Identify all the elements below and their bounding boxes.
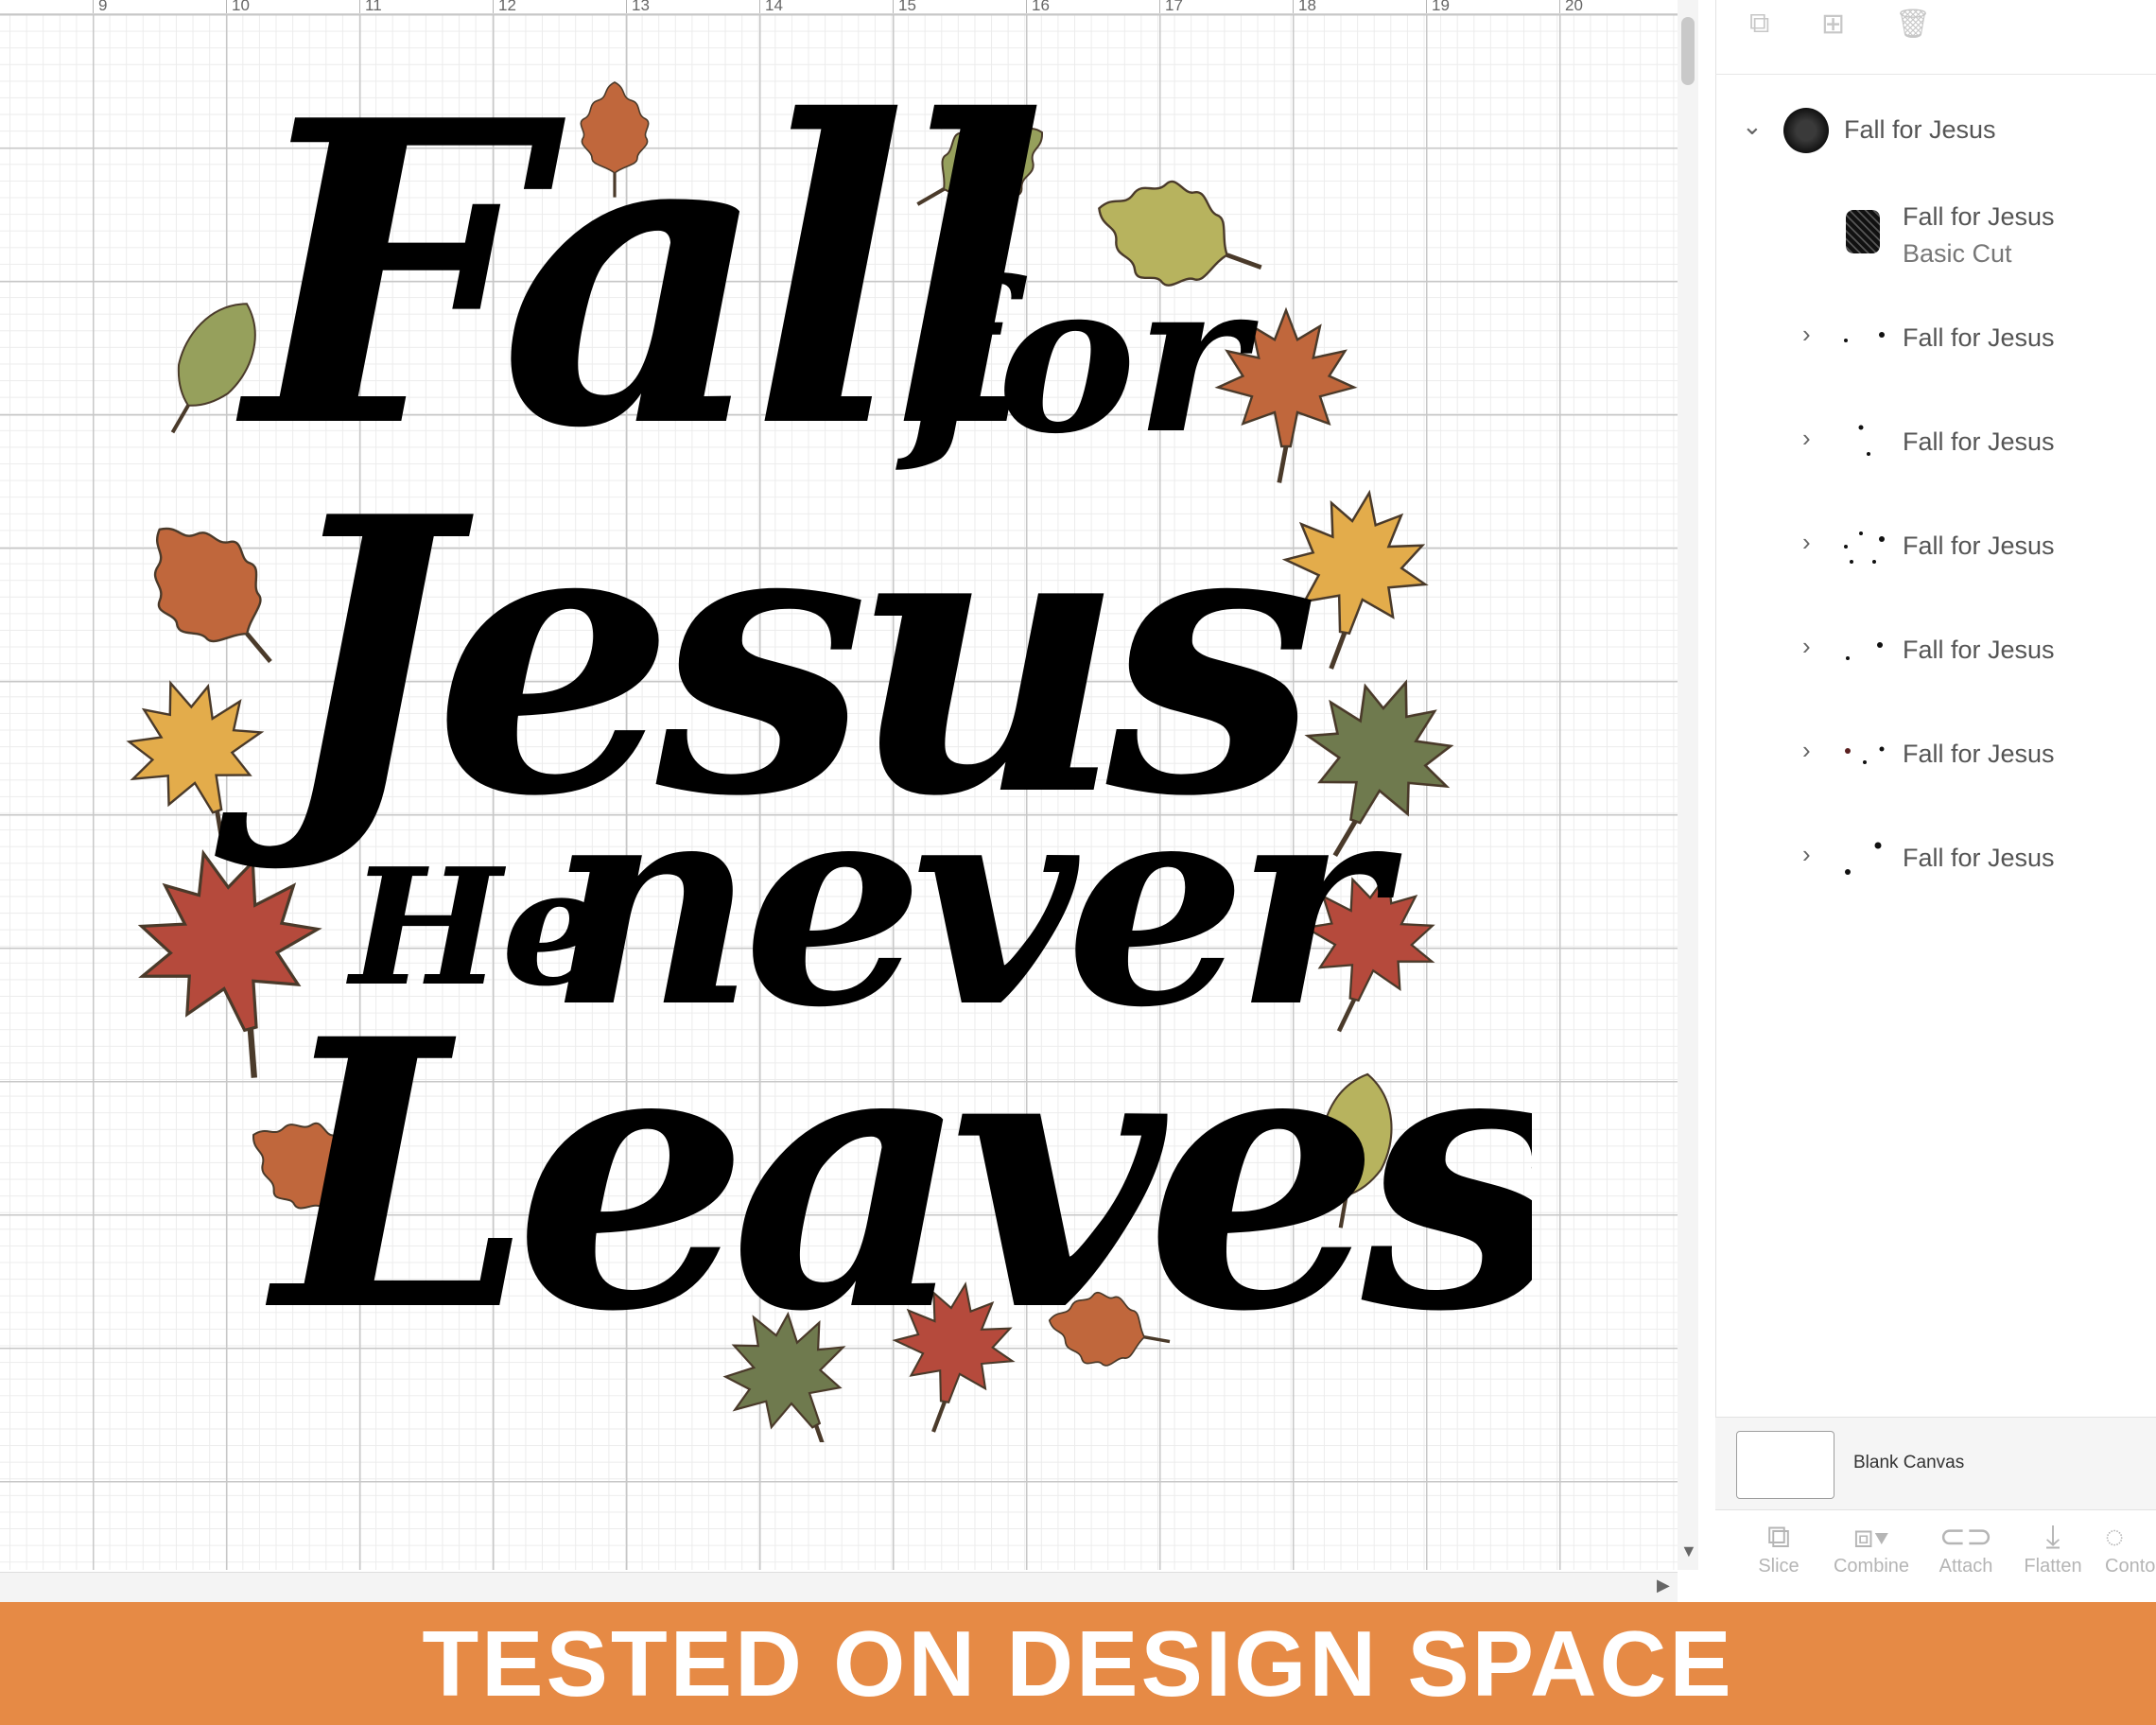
ruler-mark: 11 (365, 0, 382, 14)
slice-icon: ⧉ (1766, 1519, 1791, 1555)
chevron-right-icon[interactable]: › (1802, 736, 1811, 765)
ruler-mark: 19 (1432, 0, 1450, 14)
ruler-mark: 12 (498, 0, 516, 14)
chevron-down-icon[interactable]: ⌄ (1742, 112, 1763, 141)
layers-toolbar: ⧉ ⊞ 🗑 (1715, 0, 2156, 75)
group-thumbnail (1783, 108, 1829, 153)
vertical-scroll-thumb[interactable] (1681, 17, 1695, 85)
chevron-right-icon[interactable]: › (1802, 840, 1811, 869)
dots-thumbnail-icon (1846, 642, 1883, 660)
scroll-down-arrow-icon[interactable]: ▼ (1680, 1542, 1697, 1561)
layer-item-label[interactable]: Fall for Jesus (1903, 202, 2055, 232)
dots-thumbnail-icon (1844, 531, 1885, 564)
layer-thumbnail (1846, 210, 1880, 253)
blank-canvas-label: Blank Canvas (1853, 1453, 1965, 1472)
attach-button[interactable]: ⊂⊃ Attach (1921, 1518, 2010, 1577)
layer-item-sublabel: Basic Cut (1903, 239, 2012, 268)
layer-child-label[interactable]: Fall for Jesus (1903, 427, 2055, 457)
chevron-right-icon[interactable]: › (1802, 424, 1811, 453)
design-text-leaves: Leaves (263, 959, 1532, 1392)
design-artwork[interactable]: Fall for Jesus He never Leaves (57, 24, 1532, 1442)
ruler-mark: 15 (898, 0, 916, 14)
layer-child-label[interactable]: Fall for Jesus (1903, 844, 2055, 873)
chevron-right-icon[interactable]: › (1802, 320, 1811, 349)
layer-child-label[interactable]: Fall for Jesus (1903, 740, 2055, 769)
leaf-yellow-left (107, 660, 294, 869)
top-ruler: 9 10 11 12 13 14 15 16 17 18 19 20 (0, 0, 1678, 14)
dots-thumbnail-icon (1844, 332, 1885, 342)
duplicate-icon[interactable]: ⊞ (1821, 8, 1845, 41)
contour-button[interactable]: ◌ Conto (2097, 1518, 2156, 1577)
vertical-scrollbar[interactable] (1678, 0, 1698, 1570)
flatten-button[interactable]: ⤓ Flatten (2008, 1518, 2097, 1577)
ruler-mark: 20 (1565, 0, 1583, 14)
attach-icon: ⊂⊃ (1939, 1519, 1993, 1555)
ruler-mark: 17 (1165, 0, 1183, 14)
layer-child-label[interactable]: Fall for Jesus (1903, 531, 2055, 561)
layer-group-label[interactable]: Fall for Jesus (1844, 115, 1996, 145)
dots-thumbnail-icon (1845, 842, 1882, 875)
layer-child-label[interactable]: Fall for Jesus (1903, 636, 2055, 665)
blank-canvas-swatch[interactable] (1736, 1431, 1834, 1499)
ruler-mark: 9 (98, 0, 108, 14)
flatten-icon: ⤓ (2045, 1519, 2060, 1555)
ruler-mark: 14 (765, 0, 783, 14)
chevron-right-icon[interactable]: › (1802, 632, 1811, 661)
ruler-mark: 18 (1298, 0, 1316, 14)
ruler-mark: 10 (232, 0, 250, 14)
horizontal-scrollbar[interactable] (0, 1572, 1678, 1603)
banner-text: TESTED ON DESIGN SPACE (422, 1612, 1734, 1716)
combine-icon: ⧈▾ (1852, 1519, 1890, 1555)
chevron-right-icon[interactable]: › (1802, 528, 1811, 557)
delete-icon[interactable]: 🗑 (1895, 8, 1931, 41)
layer-child-label[interactable]: Fall for Jesus (1903, 323, 2055, 353)
ruler-mark: 13 (632, 0, 650, 14)
bottom-toolbar: ⧉ Slice ⧈▾ Combine ⊂⊃ Attach ⤓ Flatten ◌ Cont… (1715, 1509, 2156, 1603)
group-icon[interactable]: ⧉ (1749, 8, 1769, 40)
dots-thumbnail-icon (1845, 746, 1885, 764)
ruler-mark: 16 (1032, 0, 1050, 14)
contour-icon: ◌ (2105, 1519, 2125, 1555)
scroll-right-arrow-icon[interactable]: ▶ (1657, 1576, 1670, 1595)
dots-thumbnail-icon (1858, 425, 1870, 456)
combine-button[interactable]: ⧈▾ Combine (1819, 1518, 1923, 1577)
slice-button[interactable]: ⧉ Slice (1738, 1518, 1819, 1577)
